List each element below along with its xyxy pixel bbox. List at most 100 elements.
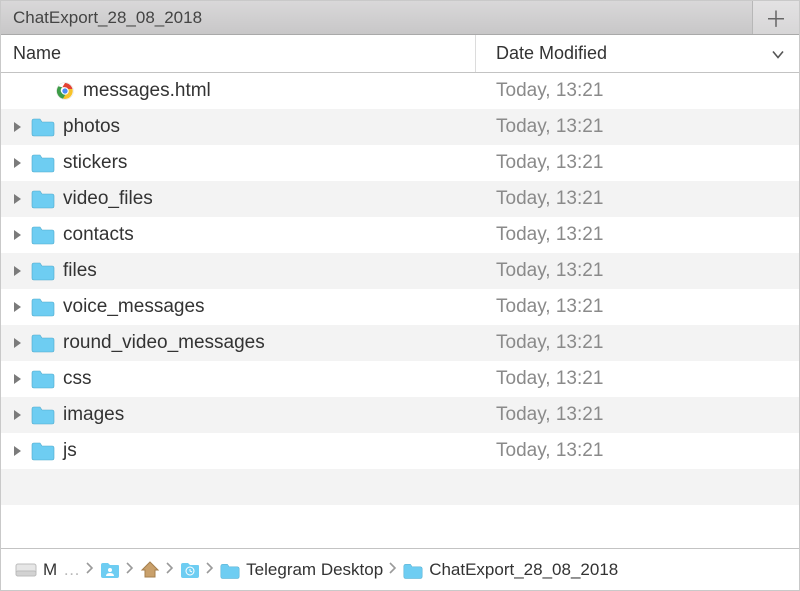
list-item[interactable]: messages.html Today, 13:21	[1, 73, 799, 109]
path-segment[interactable]	[140, 561, 160, 579]
path-bar: M… Telegram Desktop ChatExport_28_08_201…	[1, 548, 799, 590]
disclosure-triangle-icon[interactable]	[11, 229, 23, 241]
chevron-right-icon	[86, 561, 94, 578]
list-item[interactable]: video_files Today, 13:21	[1, 181, 799, 217]
list-item[interactable]: stickersToday, 13:21	[1, 145, 799, 181]
cell-name: contacts	[1, 224, 476, 246]
cell-name: voice_messages	[1, 296, 476, 318]
cell-name: js	[1, 440, 476, 462]
cell-date: Today, 13:21	[476, 260, 799, 282]
cell-date: Today, 13:21	[476, 440, 799, 462]
folder-icon	[31, 333, 55, 353]
cell-date: Today, 13:21	[476, 224, 799, 246]
tab-title: ChatExport_28_08_2018	[13, 8, 202, 28]
item-name: files	[63, 260, 97, 282]
cell-date: Today, 13:21	[476, 116, 799, 138]
path-segment[interactable]: Telegram Desktop	[220, 560, 383, 580]
html-file-icon	[55, 81, 75, 101]
chevron-right-icon	[206, 561, 214, 578]
list-item[interactable]: round_video_messages Today, 13:21	[1, 325, 799, 361]
disclosure-triangle-icon[interactable]	[11, 121, 23, 133]
drive-icon	[15, 562, 37, 578]
cell-date: Today, 13:21	[476, 404, 799, 426]
home-icon	[140, 561, 160, 579]
empty-row	[1, 505, 799, 541]
cell-name: stickers	[1, 152, 476, 174]
item-name: voice_messages	[63, 296, 205, 318]
disclosure-triangle-icon[interactable]	[11, 265, 23, 277]
users-icon	[100, 561, 120, 579]
list-item[interactable]: images Today, 13:21	[1, 397, 799, 433]
new-tab-button[interactable]: ＋	[753, 1, 799, 34]
disclosure-triangle-icon[interactable]	[11, 193, 23, 205]
cell-date: Today, 13:21	[476, 188, 799, 210]
item-name: photos	[63, 116, 120, 138]
column-header-row: Name Date Modified	[1, 35, 799, 73]
folder-icon	[31, 297, 55, 317]
chevron-right-icon	[126, 561, 134, 578]
path-label: M	[43, 560, 57, 580]
item-name: js	[63, 440, 77, 462]
folder-icon	[31, 441, 55, 461]
disclosure-triangle-icon[interactable]	[11, 445, 23, 457]
ellipsis-icon: …	[63, 560, 80, 580]
folder-icon	[31, 117, 55, 137]
list-item[interactable]: files Today, 13:21	[1, 253, 799, 289]
list-item[interactable]: css Today, 13:21	[1, 361, 799, 397]
path-segment[interactable]	[180, 561, 200, 579]
path-segment[interactable]: M…	[15, 560, 80, 580]
cell-name: round_video_messages	[1, 332, 476, 354]
disclosure-triangle-icon[interactable]	[11, 409, 23, 421]
cell-date: Today, 13:21	[476, 152, 799, 174]
cell-date: Today, 13:21	[476, 296, 799, 318]
item-name: messages.html	[83, 80, 211, 102]
list-item[interactable]: photos Today, 13:21	[1, 109, 799, 145]
chevron-down-icon[interactable]	[771, 43, 785, 64]
chevron-right-icon	[389, 561, 397, 578]
cell-name: photos	[1, 116, 476, 138]
path-label: Telegram Desktop	[246, 560, 383, 580]
column-name-label: Name	[13, 43, 61, 64]
list-item[interactable]: contacts Today, 13:21	[1, 217, 799, 253]
item-name: video_files	[63, 188, 153, 210]
cell-name: video_files	[1, 188, 476, 210]
folder-icon	[31, 153, 55, 173]
item-name: contacts	[63, 224, 134, 246]
folder-icon	[31, 405, 55, 425]
item-name: css	[63, 368, 92, 390]
folder-icon	[31, 261, 55, 281]
disclosure-triangle-icon[interactable]	[11, 157, 23, 169]
folder-icon	[403, 561, 423, 579]
tab-bar: ChatExport_28_08_2018 ＋	[1, 1, 799, 35]
file-listing: messages.html Today, 13:21 photos Today, 1…	[1, 73, 799, 548]
tab-current[interactable]: ChatExport_28_08_2018	[1, 1, 753, 34]
cell-name: files	[1, 260, 476, 282]
path-label: ChatExport_28_08_2018	[429, 560, 618, 580]
clock-icon	[180, 561, 200, 579]
list-item[interactable]: js Today, 13:21	[1, 433, 799, 469]
column-header-name[interactable]: Name	[1, 35, 476, 72]
path-segment[interactable]: ChatExport_28_08_2018	[403, 560, 618, 580]
folder-icon	[31, 369, 55, 389]
column-header-date[interactable]: Date Modified	[476, 35, 799, 72]
folder-icon	[220, 561, 240, 579]
column-date-label: Date Modified	[496, 43, 607, 64]
cell-name: images	[1, 404, 476, 426]
chevron-right-icon	[166, 561, 174, 578]
item-name: images	[63, 404, 124, 426]
folder-icon	[31, 225, 55, 245]
empty-row	[1, 469, 799, 505]
plus-icon: ＋	[765, 2, 787, 34]
cell-date: Today, 13:21	[476, 332, 799, 354]
disclosure-triangle-icon[interactable]	[11, 373, 23, 385]
cell-date: Today, 13:21	[476, 80, 799, 102]
item-name: round_video_messages	[63, 332, 265, 354]
list-item[interactable]: voice_messages Today, 13:21	[1, 289, 799, 325]
cell-name: css	[1, 368, 476, 390]
disclosure-triangle-icon[interactable]	[11, 337, 23, 349]
folder-icon	[31, 189, 55, 209]
path-segment[interactable]	[100, 561, 120, 579]
cell-date: Today, 13:21	[476, 368, 799, 390]
disclosure-triangle-icon[interactable]	[11, 301, 23, 313]
cell-name: messages.html	[1, 80, 476, 102]
